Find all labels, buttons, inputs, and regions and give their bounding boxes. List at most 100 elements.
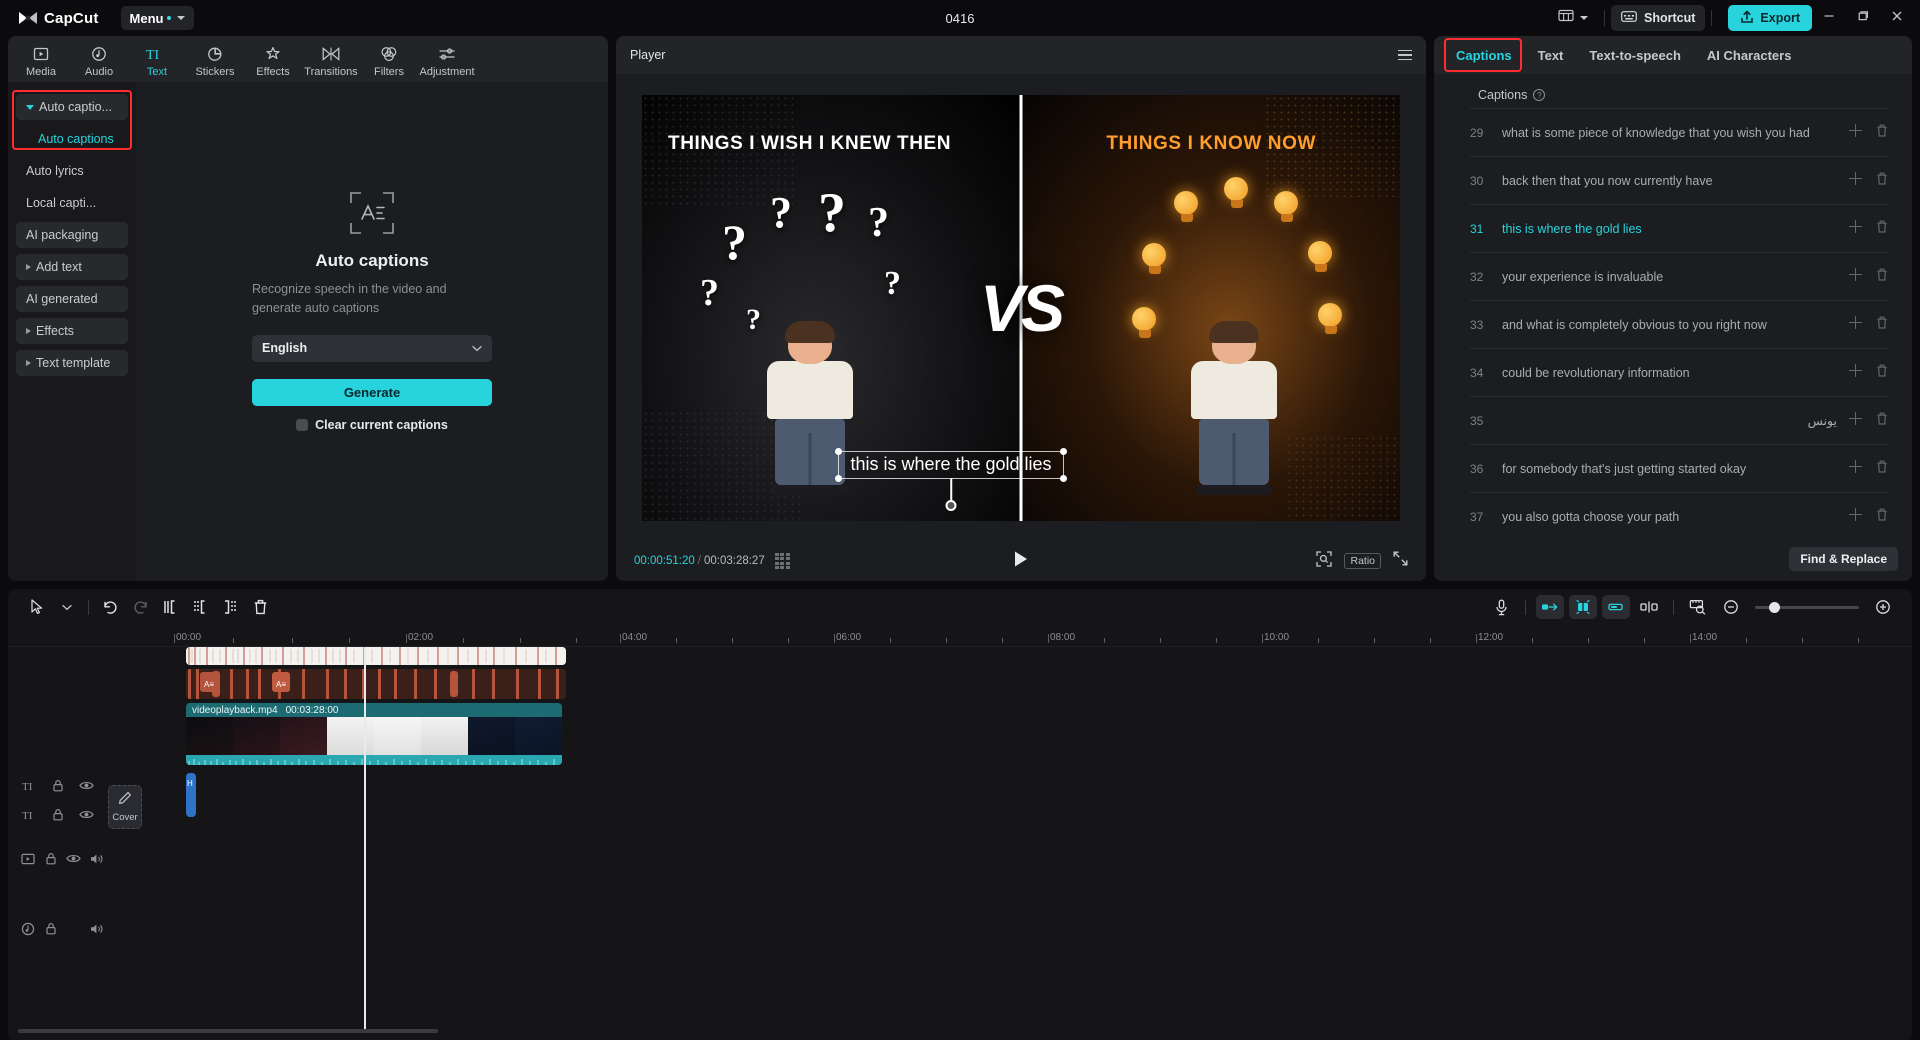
tab-text-to-speech[interactable]: Text-to-speech <box>1589 48 1681 63</box>
resize-handle[interactable] <box>835 447 842 455</box>
shortcut-button[interactable]: Shortcut <box>1611 5 1706 31</box>
trash-icon[interactable] <box>1876 316 1888 334</box>
zoom-slider[interactable] <box>1755 601 1859 613</box>
frames-icon[interactable] <box>774 552 790 570</box>
trash-icon[interactable] <box>1876 220 1888 238</box>
timeline-scrollbar[interactable] <box>18 1029 1902 1037</box>
language-select[interactable]: English <box>252 334 492 362</box>
ratio-button[interactable]: Ratio <box>1344 553 1381 569</box>
caption-row[interactable]: 34 could be revolutionary information <box>1470 348 1888 396</box>
mirror-button[interactable] <box>1568 594 1598 620</box>
eye-icon[interactable] <box>62 853 85 864</box>
caption-row[interactable]: 29 what is some piece of knowledge that … <box>1470 108 1888 156</box>
sidebar-item-add-text[interactable]: Add text <box>16 254 128 280</box>
lock-icon[interactable] <box>44 779 72 792</box>
eye-icon[interactable] <box>72 780 100 791</box>
plus-icon[interactable] <box>1849 411 1862 425</box>
lock-icon[interactable] <box>39 922 62 935</box>
clip-in-button[interactable] <box>1535 594 1565 620</box>
trim-right-icon[interactable] <box>215 594 245 620</box>
lock-icon[interactable] <box>39 852 62 865</box>
play-button[interactable] <box>1013 550 1029 573</box>
trash-icon[interactable] <box>1876 172 1888 190</box>
caption-text[interactable]: your experience is invaluable <box>1502 270 1837 284</box>
tool-adjustment[interactable]: Adjustment <box>418 41 476 78</box>
select-arrow-icon[interactable] <box>22 594 52 620</box>
caption-row[interactable]: 35 یونس <box>1470 396 1888 444</box>
sidebar-item-text-template[interactable]: Text template <box>16 350 128 376</box>
volume-icon[interactable] <box>85 923 108 935</box>
eye-icon[interactable] <box>72 809 100 820</box>
video-clip[interactable]: videoplayback.mp4 00:03:28:00 <box>186 703 562 765</box>
trash-icon[interactable] <box>1876 124 1888 142</box>
caption-text[interactable]: for somebody that's just getting started… <box>1502 462 1837 476</box>
plus-icon[interactable] <box>1849 459 1862 473</box>
plus-icon[interactable] <box>1849 315 1862 329</box>
video-preview[interactable]: THINGS I WISH I KNEW THEN THINGS I KNOW … <box>642 94 1400 521</box>
tool-audio[interactable]: Audio <box>70 41 128 78</box>
trash-icon[interactable] <box>1876 508 1888 526</box>
hamburger-icon[interactable] <box>1398 49 1412 61</box>
plus-icon[interactable] <box>1849 363 1862 377</box>
maximize-button[interactable] <box>1846 3 1880 33</box>
caption-row[interactable]: 30 back then that you now currently have <box>1470 156 1888 204</box>
rotate-handle[interactable] <box>945 499 957 511</box>
caption-row[interactable]: 32 your experience is invaluable <box>1470 252 1888 300</box>
trash-icon[interactable] <box>1876 460 1888 478</box>
undo-icon[interactable] <box>95 594 125 620</box>
separate-audio-icon[interactable] <box>1634 594 1664 620</box>
trash-icon[interactable] <box>1876 412 1888 430</box>
timeline-ruler[interactable]: 00:00 02:00 04:00 06:00 08:00 10:00 12:0… <box>8 625 1912 647</box>
resize-handle[interactable] <box>1060 447 1067 455</box>
playhead[interactable] <box>364 647 366 1029</box>
sidebar-item-auto-captions[interactable]: Auto captions <box>16 126 128 152</box>
timeline-tracks[interactable]: A≡ A≡ videoplayback.mp4 00:03:28:00 H <box>148 647 1912 1029</box>
caption-row[interactable]: 37 you also gotta choose your path <box>1470 492 1888 540</box>
split-icon[interactable] <box>155 594 185 620</box>
help-icon[interactable]: ? <box>1533 89 1546 101</box>
microphone-icon[interactable] <box>1486 594 1516 620</box>
caption-row[interactable]: 36 for somebody that's just getting star… <box>1470 444 1888 492</box>
tab-captions[interactable]: Captions <box>1456 48 1512 63</box>
tool-media[interactable]: Media <box>12 41 70 78</box>
caption-text[interactable]: could be revolutionary information <box>1502 366 1837 380</box>
captions-list[interactable]: 29 what is some piece of knowledge that … <box>1434 108 1912 581</box>
redo-icon[interactable] <box>125 594 155 620</box>
lock-icon[interactable] <box>44 808 72 821</box>
sidebar-item-auto-lyrics[interactable]: Auto lyrics <box>16 158 128 184</box>
layout-button[interactable] <box>1548 5 1598 31</box>
sidebar-item-auto-captions-group[interactable]: Auto captio... <box>16 94 128 120</box>
audio-clip[interactable]: H <box>186 773 196 817</box>
trim-left-icon[interactable] <box>185 594 215 620</box>
delete-icon[interactable] <box>245 594 275 620</box>
trash-icon[interactable] <box>1876 268 1888 286</box>
sidebar-item-local-captions[interactable]: Local capti... <box>16 190 128 216</box>
plus-icon[interactable] <box>1849 123 1862 137</box>
zoom-slider-knob[interactable] <box>1769 601 1780 613</box>
tool-effects[interactable]: Effects <box>244 41 302 78</box>
menu-button[interactable]: Menu <box>120 6 195 30</box>
tool-text[interactable]: TI Text <box>128 41 186 78</box>
volume-icon[interactable] <box>85 853 108 865</box>
caption-text[interactable]: this is where the gold lies <box>1502 222 1837 236</box>
caption-text[interactable]: you also gotta choose your path <box>1502 510 1837 524</box>
tool-filters[interactable]: Filters <box>360 41 418 78</box>
plus-icon[interactable] <box>1849 507 1862 521</box>
zoom-in-icon[interactable] <box>1868 594 1898 620</box>
fit-to-screen-icon[interactable] <box>1316 550 1333 572</box>
caption-row[interactable]: 33 and what is completely obvious to you… <box>1470 300 1888 348</box>
zoom-out-icon[interactable] <box>1716 594 1746 620</box>
timeline-scrollbar-thumb[interactable] <box>18 1029 438 1033</box>
cover-button[interactable]: Cover <box>108 785 142 829</box>
sidebar-item-ai-packaging[interactable]: AI packaging <box>16 222 128 248</box>
tab-text[interactable]: Text <box>1538 48 1564 63</box>
trash-icon[interactable] <box>1876 364 1888 382</box>
chevron-down-icon[interactable] <box>52 594 82 620</box>
ruler-icon[interactable] <box>1683 594 1713 620</box>
close-button[interactable] <box>1880 3 1914 33</box>
plus-icon[interactable] <box>1849 219 1862 233</box>
caption-text[interactable]: یونس <box>1502 413 1837 428</box>
caption-text[interactable]: and what is completely obvious to you ri… <box>1502 318 1837 332</box>
caption-overlay-box[interactable]: this is where the gold lies <box>835 447 1067 511</box>
caption-row-selected[interactable]: 31 this is where the gold lies <box>1470 204 1888 252</box>
